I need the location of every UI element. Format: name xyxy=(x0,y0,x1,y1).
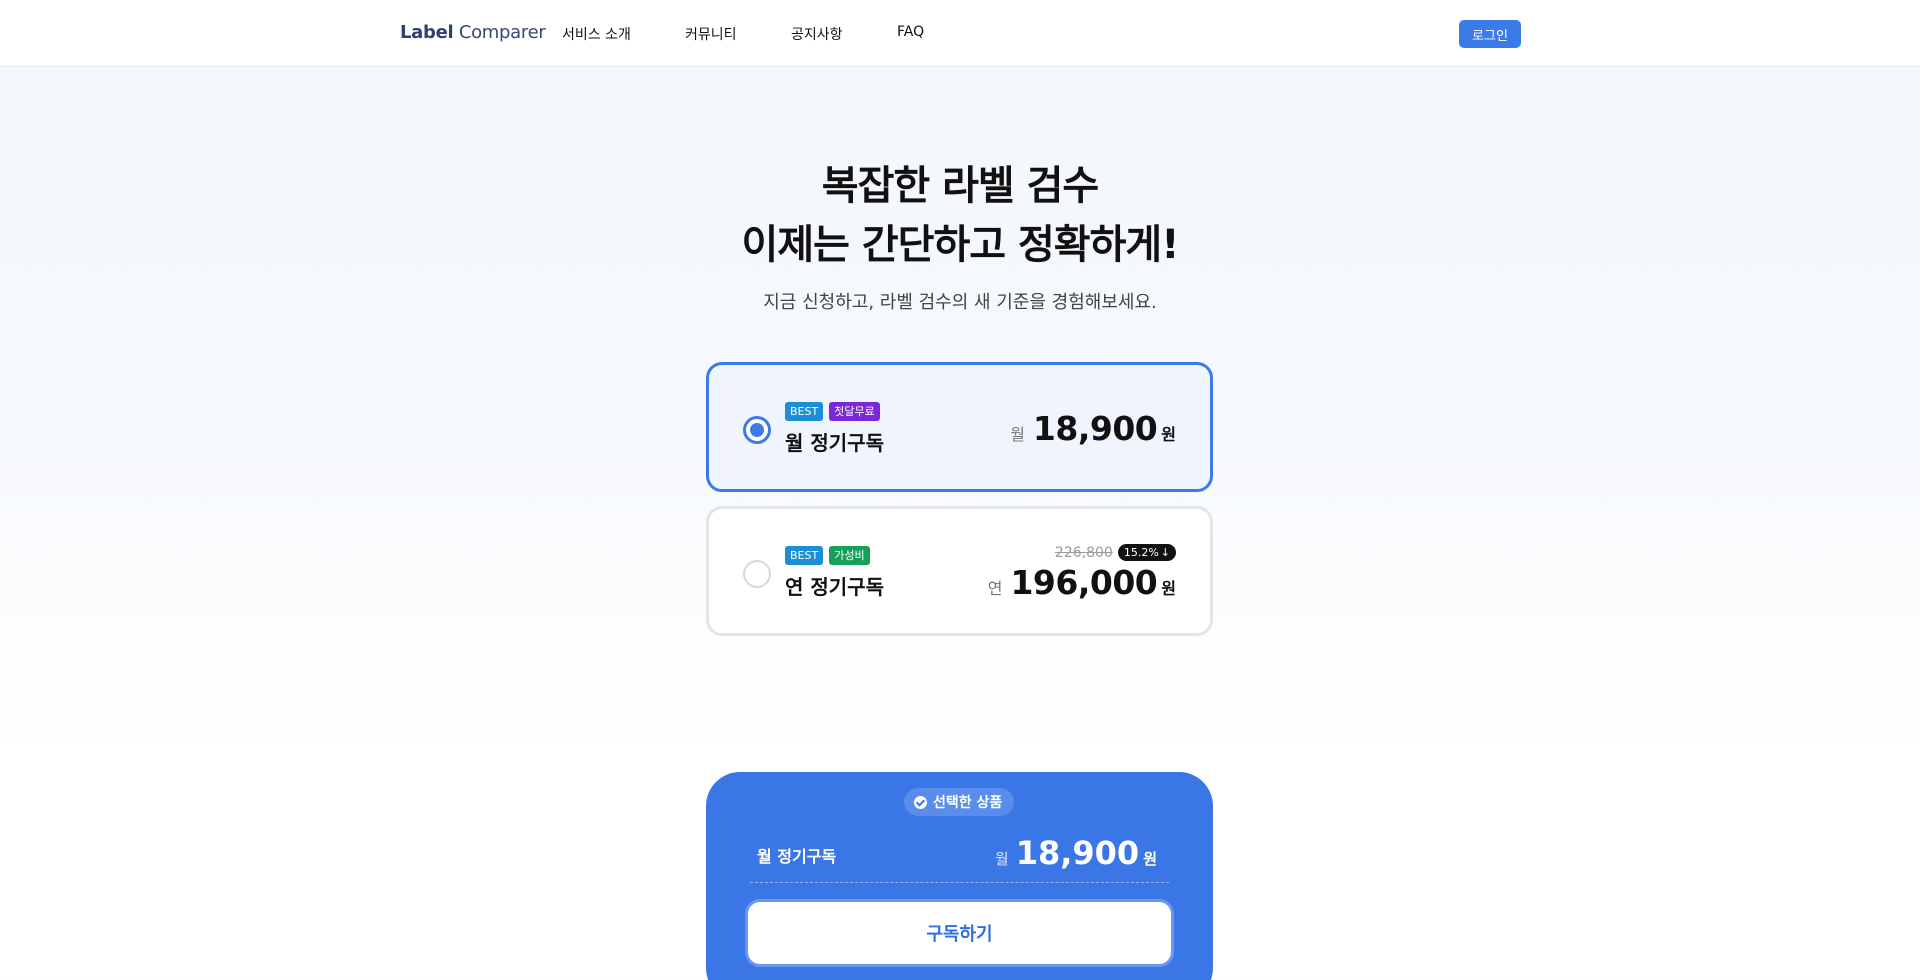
divider xyxy=(750,882,1169,883)
price-currency: 원 xyxy=(1161,579,1176,598)
subscribe-button[interactable]: 구독하기 xyxy=(748,902,1171,964)
price-currency: 원 xyxy=(1143,850,1157,868)
hero-title-line2: 이제는 간단하고 정확하게! xyxy=(741,222,1180,268)
chip-label: 선택한 상품 xyxy=(933,795,1003,811)
price-period: 연 xyxy=(987,579,1003,598)
plan-name: 연 정기구독 xyxy=(785,575,884,599)
selected-product-panel: 선택한 상품 월 정기구독 월 18,900 원 구독하기 xyxy=(706,772,1213,980)
badge-value: 가성비 xyxy=(829,546,870,565)
arrow-down-icon: ↓ xyxy=(1160,546,1170,559)
plan-radio-yearly[interactable] xyxy=(743,560,771,588)
price-period: 월 xyxy=(1010,425,1025,444)
discount-rate: 15.2% xyxy=(1123,546,1159,559)
logo-light-text: Comparer xyxy=(458,22,546,43)
plan-radio-monthly[interactable] xyxy=(743,416,771,444)
badge-first-month-free: 첫달무료 xyxy=(829,402,880,421)
logo[interactable]: Label Comparer xyxy=(400,22,546,43)
hero-subtitle: 지금 신청하고, 라벨 검수의 새 기준을 경험해보세요. xyxy=(763,292,1157,313)
plan-price: 월 18,900 원 xyxy=(1010,409,1176,448)
nav-item-community[interactable]: 커뮤니티 xyxy=(685,24,737,44)
check-circle-icon xyxy=(914,795,927,809)
plan-name: 월 정기구독 xyxy=(785,431,884,455)
hero-title-line1: 복잡한 라벨 검수 xyxy=(821,163,1099,209)
badge-best: BEST xyxy=(785,402,824,421)
plan-card-yearly[interactable]: BEST 가성비 연 정기구독 226,800 15.2% ↓ 연 196,00… xyxy=(706,506,1213,636)
logo-bold-text: Label xyxy=(400,22,454,43)
price-amount: 196,000 xyxy=(1010,563,1158,602)
selected-product-chip: 선택한 상품 xyxy=(904,788,1015,816)
price-currency: 원 xyxy=(1161,425,1176,444)
badge-best: BEST xyxy=(785,546,824,565)
plan-badges: BEST 첫달무료 xyxy=(785,402,880,421)
selected-plan-name: 월 정기구독 xyxy=(757,847,837,866)
price-period: 월 xyxy=(994,850,1009,868)
top-header: Label Comparer 서비스 소개 커뮤니티 공지사항 FAQ 로그인 xyxy=(0,0,1920,67)
nav-item-notices[interactable]: 공지사항 xyxy=(791,24,843,44)
price-amount: 18,900 xyxy=(1015,834,1140,872)
discount-badge: 15.2% ↓ xyxy=(1117,544,1176,561)
nav-item-faq[interactable]: FAQ xyxy=(897,24,924,40)
original-price-row: 226,800 15.2% ↓ xyxy=(1055,544,1176,561)
plan-card-monthly[interactable]: BEST 첫달무료 월 정기구독 월 18,900 원 xyxy=(706,362,1213,492)
selected-plan-price: 월 18,900 원 xyxy=(995,834,1157,872)
plan-badges: BEST 가성비 xyxy=(785,546,870,565)
login-button[interactable]: 로그인 xyxy=(1459,20,1521,48)
nav-item-service-intro[interactable]: 서비스 소개 xyxy=(562,24,631,44)
price-amount: 18,900 xyxy=(1032,409,1158,448)
original-price: 226,800 xyxy=(1054,544,1113,561)
plan-price: 연 196,000 원 xyxy=(988,563,1176,602)
